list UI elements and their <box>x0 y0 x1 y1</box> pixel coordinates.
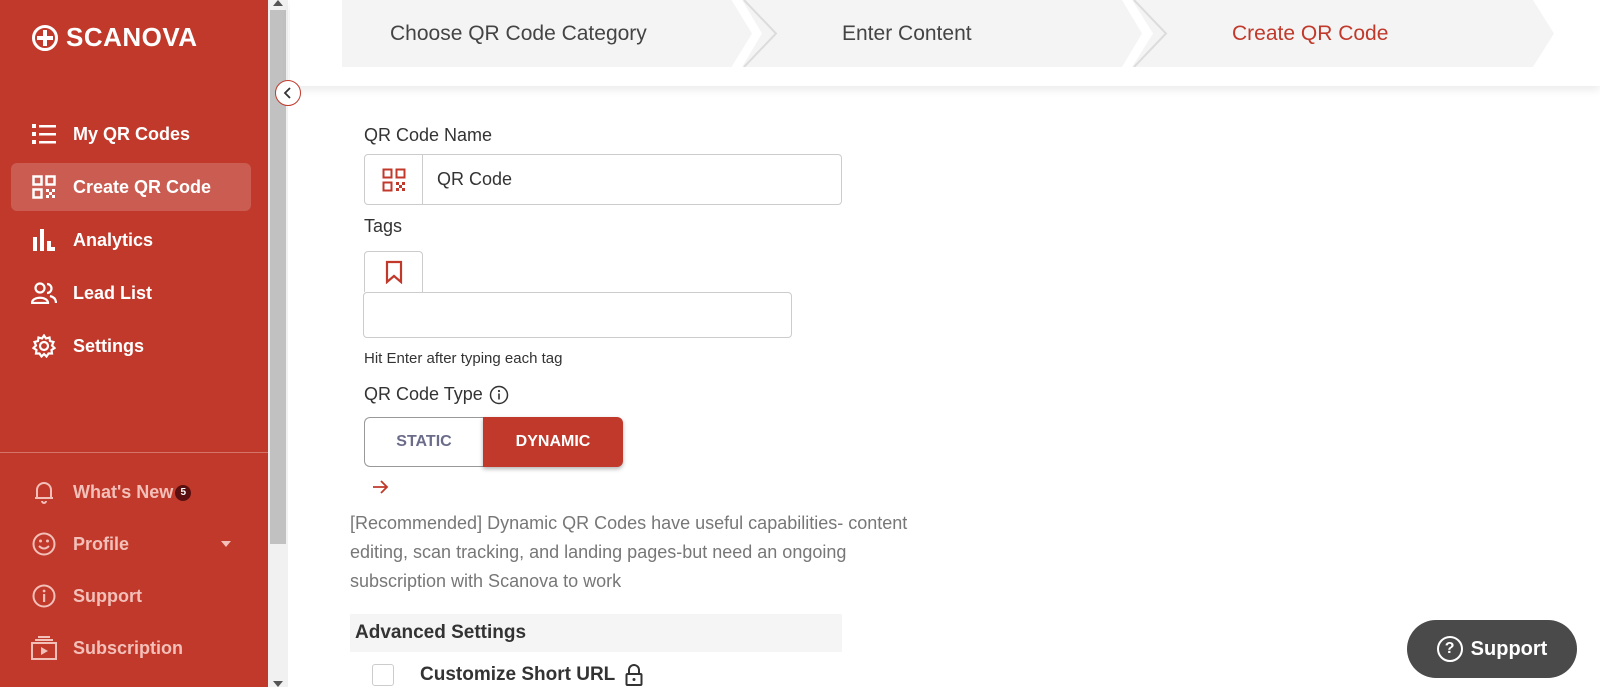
sidebar-item-label: Subscription <box>73 637 184 658</box>
dynamic-option-button[interactable]: DYNAMIC <box>483 417 623 467</box>
step-choose-category[interactable]: Choose QR Code Category <box>342 0 752 67</box>
sidebar-item-support[interactable]: Support <box>11 576 251 616</box>
qr-type-label-row: QR Code Type <box>364 384 509 405</box>
sidebar-item-create-qr-code[interactable]: Create QR Code <box>11 163 251 211</box>
qr-name-input[interactable] <box>423 155 841 204</box>
scanova-logo-icon <box>32 24 58 51</box>
qr-type-label: QR Code Type <box>364 384 483 404</box>
arrow-right-icon[interactable] <box>372 479 390 495</box>
sidebar-item-label: My QR Codes <box>73 123 191 144</box>
list-icon <box>31 121 57 147</box>
sidebar-item-label: Profile <box>73 533 130 554</box>
sidebar-item-subscription[interactable]: Subscription <box>11 628 251 668</box>
sidebar-divider <box>0 452 268 453</box>
subscription-icon <box>31 635 57 661</box>
qr-icon <box>31 174 57 200</box>
sidebar-item-label: Support <box>73 585 142 606</box>
collapse-sidebar-button[interactable] <box>275 80 301 106</box>
scroll-up-arrow-icon[interactable] <box>273 0 283 6</box>
sidebar-item-label: What's New <box>73 481 174 502</box>
qr-name-field <box>364 154 842 205</box>
chevron-left-icon <box>283 87 291 99</box>
tags-hint: Hit Enter after typing each tag <box>364 350 563 367</box>
qr-name-label: QR Code Name <box>364 125 493 145</box>
support-button[interactable]: ? Support <box>1407 620 1577 678</box>
qr-type-toggle: STATIC DYNAMIC <box>364 417 623 467</box>
sidebar-item-label: Analytics <box>73 229 154 250</box>
gear-icon <box>31 333 57 359</box>
secondary-nav: What's New 5 Profile Support Subscriptio… <box>11 472 251 680</box>
qr-code-icon <box>365 155 423 204</box>
notification-badge: 5 <box>175 485 192 501</box>
customize-short-url-checkbox[interactable] <box>372 664 394 686</box>
step-separator <box>743 0 778 67</box>
sidebar-item-settings[interactable]: Settings <box>11 322 251 370</box>
sidebar-item-label: Create QR Code <box>73 176 212 197</box>
chevron-down-icon[interactable] <box>221 541 231 547</box>
static-option-button[interactable]: STATIC <box>364 417 483 467</box>
step-enter-content[interactable]: Enter Content <box>742 0 1142 67</box>
users-icon <box>31 280 57 306</box>
main-nav: My QR Codes Create QR Code Analytics Lea… <box>11 110 251 375</box>
tags-input[interactable] <box>363 292 792 338</box>
step-create-qr-code[interactable]: Create QR Code <box>1132 0 1554 67</box>
sidebar: SCANOVA My QR Codes Create QR Code Analy… <box>0 0 268 687</box>
sidebar-item-analytics[interactable]: Analytics <box>11 216 251 264</box>
customize-short-url-row: Customize Short URL <box>372 664 643 686</box>
bar-chart-icon <box>31 227 57 253</box>
sidebar-item-profile[interactable]: Profile <box>11 524 251 564</box>
step-separator <box>1133 0 1168 67</box>
bell-icon <box>31 479 57 505</box>
help-icon: ? <box>1436 636 1463 662</box>
info-icon[interactable] <box>489 385 509 405</box>
scroll-down-arrow-icon[interactable] <box>273 681 283 687</box>
advanced-settings-header: Advanced Settings <box>350 614 842 652</box>
lock-icon <box>625 664 643 686</box>
app: SCANOVA My QR Codes Create QR Code Analy… <box>0 0 1600 687</box>
customize-short-url-label: Customize Short URL <box>420 664 616 685</box>
advanced-settings-title: Advanced Settings <box>355 622 527 643</box>
support-button-label: Support <box>1470 637 1548 660</box>
brand-name: SCANOVA <box>66 22 198 52</box>
stepper: Choose QR Code Category Enter Content Cr… <box>342 0 1554 67</box>
sidebar-item-label: Settings <box>73 335 145 356</box>
smiley-icon <box>31 531 57 557</box>
sidebar-item-my-qr-codes[interactable]: My QR Codes <box>11 110 251 158</box>
bookmark-icon <box>364 251 423 292</box>
dynamic-description: [Recommended] Dynamic QR Codes have usef… <box>350 513 908 591</box>
logo[interactable]: SCANOVA <box>32 22 198 53</box>
sidebar-item-lead-list[interactable]: Lead List <box>11 269 251 317</box>
sidebar-item-whats-new[interactable]: What's New 5 <box>11 472 251 512</box>
tags-label: Tags <box>364 216 403 236</box>
info-icon <box>31 583 57 609</box>
sidebar-item-label: Lead List <box>73 282 153 303</box>
stepper-header: Choose QR Code Category Enter Content Cr… <box>290 0 1600 86</box>
